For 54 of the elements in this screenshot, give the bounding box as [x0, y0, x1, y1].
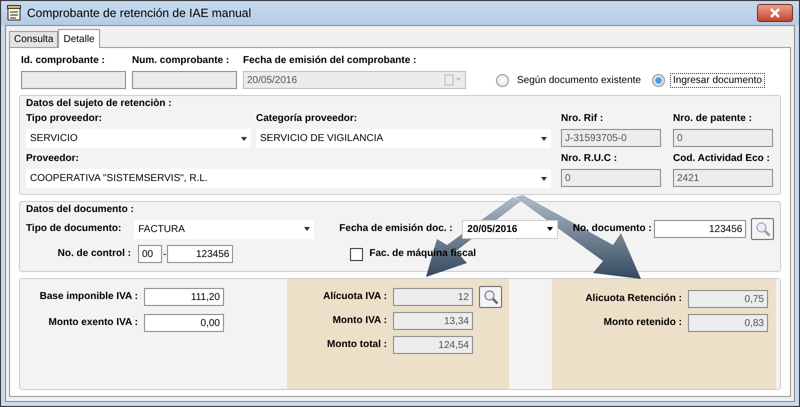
checkbox[interactable] [350, 248, 364, 260]
text-field[interactable]: 0,00 [144, 314, 224, 332]
close-button[interactable] [757, 4, 793, 22]
calendar-dropdown-icon [444, 74, 462, 86]
field-label: Nro. Rif : [561, 112, 604, 126]
search-button[interactable] [479, 286, 502, 308]
field-label: Categoría proveedor: [256, 112, 358, 126]
caret-icon [241, 136, 247, 140]
field-label: No. de control : [56, 247, 132, 261]
field-label: Alicuota Retención : [584, 292, 682, 306]
dropdown[interactable]: FACTURA [134, 220, 314, 238]
field-label: Tipo de documento: [26, 222, 122, 236]
tab[interactable]: Consulta [9, 31, 58, 47]
field-label: Monto retenido : [602, 316, 682, 330]
separator-text: - [163, 248, 166, 260]
document-icon [7, 5, 21, 21]
field-label: Fecha de emisión doc. : [339, 222, 454, 236]
search-button[interactable] [751, 218, 774, 240]
dropdown[interactable]: SERVICIO DE VIGILANCIA [256, 129, 551, 148]
radio-button[interactable] [496, 74, 509, 86]
window-title: Comprobante de retención de IAE manual [27, 6, 252, 20]
radio-button[interactable] [652, 74, 665, 86]
text-field[interactable]: 123456 [654, 220, 746, 238]
tab[interactable]: Detalle [58, 29, 100, 48]
field-label: Monto total : [326, 338, 387, 352]
search-icon [482, 289, 498, 305]
text-field[interactable]: 00 [138, 245, 162, 263]
search-icon [754, 221, 771, 237]
field-label: Nro. R.U.C : [561, 152, 618, 166]
field-label: Monto IVA : [332, 314, 387, 328]
field-label: Monto exento IVA : [48, 316, 138, 330]
field-label: Cod. Actividad Eco : [673, 152, 771, 166]
close-icon [769, 8, 781, 18]
field-label: Fecha de emisión del comprobante : [243, 54, 418, 68]
caret-icon [304, 227, 310, 231]
date-value: 20/05/2016 [247, 74, 298, 86]
radio-option[interactable]: Según documento existente [496, 72, 644, 88]
caret-icon [541, 176, 547, 180]
field-label: Nro. de patente : [673, 112, 753, 126]
caret-icon [546, 227, 553, 231]
group-title: Datos del sujeto de retenciòn : [26, 98, 173, 109]
field-label: Base imponible IVA : [38, 290, 138, 304]
field-label: Num. comprobante : [132, 54, 230, 68]
field-label: Id. comprobante : [21, 54, 106, 68]
field-label: Tipo proveedor: [26, 112, 103, 126]
field-label: Proveedor: [26, 152, 80, 166]
dropdown[interactable]: COOPERATIVA "SISTEMSERVIS", R.L. [26, 169, 551, 188]
date-dropdown[interactable]: 20/05/2016 [462, 220, 558, 238]
text-field[interactable]: 123456 [167, 245, 234, 263]
dropdown[interactable]: SERVICIO [26, 129, 251, 148]
group-title: Datos del documento : [26, 204, 135, 215]
field-label: Alícuota IVA : [322, 290, 387, 304]
caret-icon [541, 136, 547, 140]
text-field[interactable]: 111,20 [144, 288, 224, 306]
